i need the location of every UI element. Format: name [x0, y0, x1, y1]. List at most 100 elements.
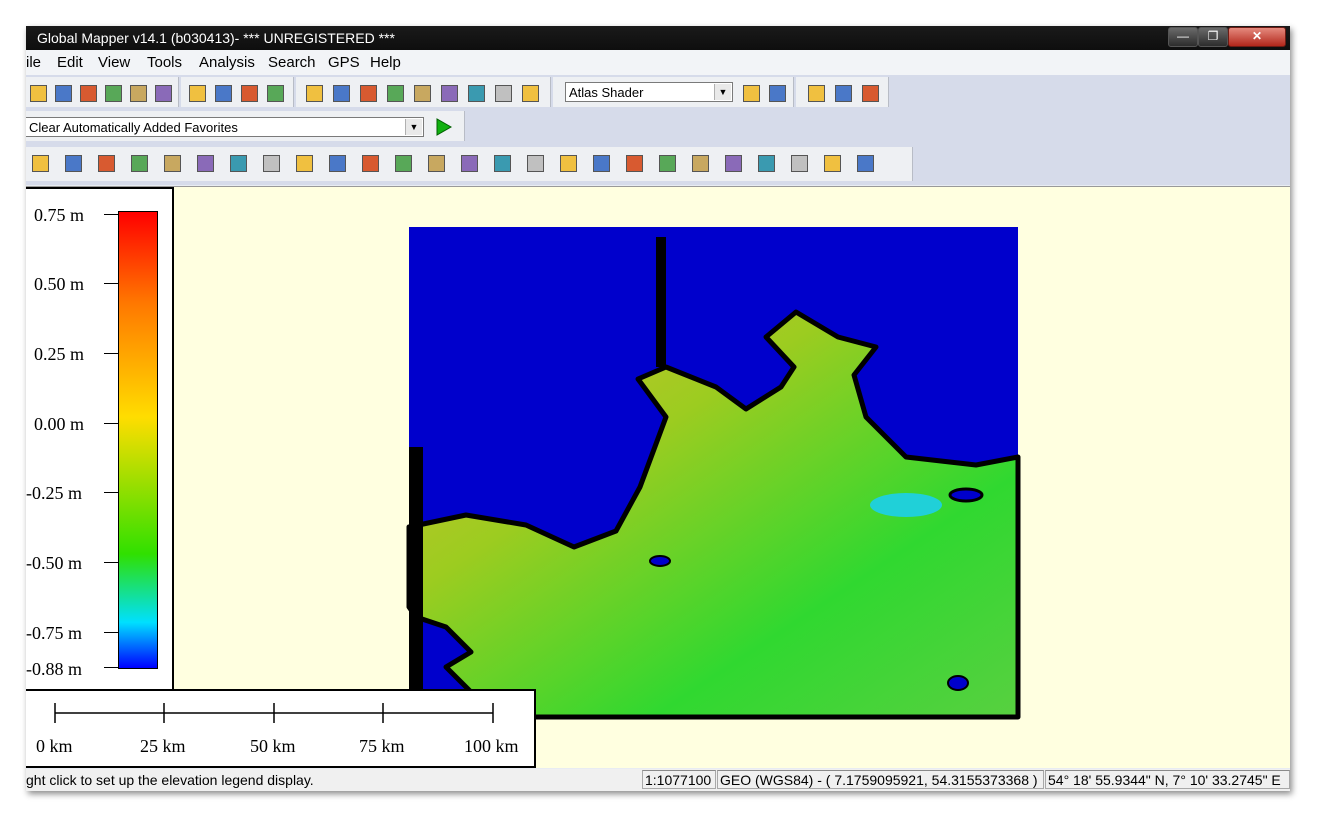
extra-toolbar	[796, 77, 889, 107]
zoom-in-icon	[189, 85, 206, 102]
3d-path-icon[interactable]	[410, 81, 434, 105]
legend-label: -0.88 m	[26, 659, 82, 679]
3d-path-icon	[414, 85, 431, 102]
maximize-button[interactable]: ❐	[1198, 27, 1228, 47]
path-split-icon[interactable]	[490, 151, 514, 175]
terrain-cut-icon[interactable]	[424, 151, 448, 175]
close-button[interactable]: ✕	[1228, 27, 1286, 47]
tower-tool-icon[interactable]	[437, 81, 461, 105]
home-icon[interactable]	[263, 81, 287, 105]
flag-icon[interactable]	[804, 81, 828, 105]
zoom-box-icon[interactable]	[237, 81, 261, 105]
legend-tick	[104, 353, 118, 354]
scale-bar-line	[54, 703, 494, 723]
shader-config-icon[interactable]	[739, 81, 763, 105]
document-icon[interactable]	[831, 81, 855, 105]
scale-label: 25 km	[140, 736, 186, 756]
catalog-icon[interactable]	[101, 81, 125, 105]
zoom-in-icon[interactable]	[185, 81, 209, 105]
contour-icon[interactable]	[94, 151, 118, 175]
menu-help[interactable]: Help	[370, 50, 401, 75]
config-icon[interactable]	[151, 81, 175, 105]
save-icon[interactable]	[51, 81, 75, 105]
play-icon[interactable]	[432, 116, 454, 138]
pan-tool-icon	[333, 85, 350, 102]
shallow-area	[870, 493, 942, 517]
area-copy-icon[interactable]	[655, 151, 679, 175]
blend-icon	[230, 155, 247, 172]
line-edit-icon[interactable]	[325, 151, 349, 175]
select-tool-icon[interactable]	[302, 81, 326, 105]
redo-icon[interactable]	[853, 151, 877, 175]
info-tool-icon[interactable]	[383, 81, 407, 105]
legend-tick	[104, 283, 118, 284]
point-icon[interactable]	[292, 151, 316, 175]
minimize-button[interactable]: —	[1168, 27, 1198, 47]
digitize-icon[interactable]	[358, 151, 382, 175]
dropdown-icon[interactable]	[491, 81, 515, 105]
legend-label: -0.50 m	[26, 553, 82, 573]
area-add-icon	[164, 155, 181, 172]
area-add-icon[interactable]	[160, 151, 184, 175]
water-pocket	[947, 675, 969, 691]
area-rotate-icon[interactable]	[589, 151, 613, 175]
legend-label: 0.75 m	[34, 205, 85, 225]
menu-analysis[interactable]: Analysis	[199, 50, 255, 75]
shader-select[interactable]: Atlas Shader ▼	[565, 82, 733, 102]
measure-tool-icon[interactable]	[356, 81, 380, 105]
chevron-down-icon: ▼	[405, 119, 422, 135]
open-folder-icon[interactable]	[26, 81, 50, 105]
toolbar-row-2: Clear Automatically Added Favorites ▼	[26, 109, 1290, 145]
favorites-toolbar: Clear Automatically Added Favorites ▼	[26, 111, 465, 141]
sparkle-icon	[862, 85, 879, 102]
config-icon	[155, 85, 172, 102]
layer-add-icon[interactable]	[61, 151, 85, 175]
legend-tick	[104, 667, 118, 668]
menu-search[interactable]: Search	[268, 50, 316, 75]
globe-icon[interactable]	[76, 81, 100, 105]
pan-tool-icon[interactable]	[329, 81, 353, 105]
blend-icon[interactable]	[226, 151, 250, 175]
chevron-down-icon: ▼	[714, 84, 731, 100]
zoom-box-icon	[241, 85, 258, 102]
layer-edit-icon	[32, 155, 49, 172]
fill-icon	[692, 155, 709, 172]
draw-tool-icon[interactable]	[464, 81, 488, 105]
fill-add-icon[interactable]	[721, 151, 745, 175]
map-view[interactable]: 0.75 m 0.50 m 0.25 m 0.00 m -0.25 m -0.5…	[26, 186, 1290, 768]
menu-tools[interactable]: Tools	[147, 50, 182, 75]
favorites-select[interactable]: Clear Automatically Added Favorites ▼	[26, 117, 424, 137]
legend-tick	[104, 562, 118, 563]
terrain-icon	[395, 155, 412, 172]
grid-icon	[263, 155, 280, 172]
elevation-map	[406, 227, 1021, 720]
sparkle-icon[interactable]	[858, 81, 882, 105]
menu-view[interactable]: View	[98, 50, 130, 75]
fill-remove-icon[interactable]	[754, 151, 778, 175]
path-edit-icon[interactable]	[457, 151, 481, 175]
area-split-icon[interactable]	[556, 151, 580, 175]
grid-icon[interactable]	[259, 151, 283, 175]
3d-view-icon[interactable]	[765, 81, 789, 105]
layer-edit-icon[interactable]	[28, 151, 52, 175]
3d-view-icon	[769, 85, 786, 102]
elevation-legend[interactable]: 0.75 m 0.50 m 0.25 m 0.00 m -0.25 m -0.5…	[26, 187, 174, 691]
redo-up-icon[interactable]	[820, 151, 844, 175]
menu-edit[interactable]: Edit	[57, 50, 83, 75]
menu-gps[interactable]: GPS	[328, 50, 360, 75]
fill-icon[interactable]	[688, 151, 712, 175]
zoom-out-icon[interactable]	[211, 81, 235, 105]
undo-icon[interactable]	[787, 151, 811, 175]
fill-remove-icon	[758, 155, 775, 172]
terrain-icon[interactable]	[391, 151, 415, 175]
menu-file[interactable]: ile	[26, 50, 41, 75]
shield-icon[interactable]	[518, 81, 542, 105]
area-crop-icon[interactable]	[622, 151, 646, 175]
code-area-icon[interactable]	[193, 151, 217, 175]
area-merge-icon[interactable]	[523, 151, 547, 175]
scale-bar[interactable]: 0 km 25 km 50 km 75 km 100 km	[26, 689, 536, 768]
layers-icon[interactable]	[126, 81, 150, 105]
area-copy-icon	[659, 155, 676, 172]
area-crop-icon	[626, 155, 643, 172]
shape-icon[interactable]	[127, 151, 151, 175]
